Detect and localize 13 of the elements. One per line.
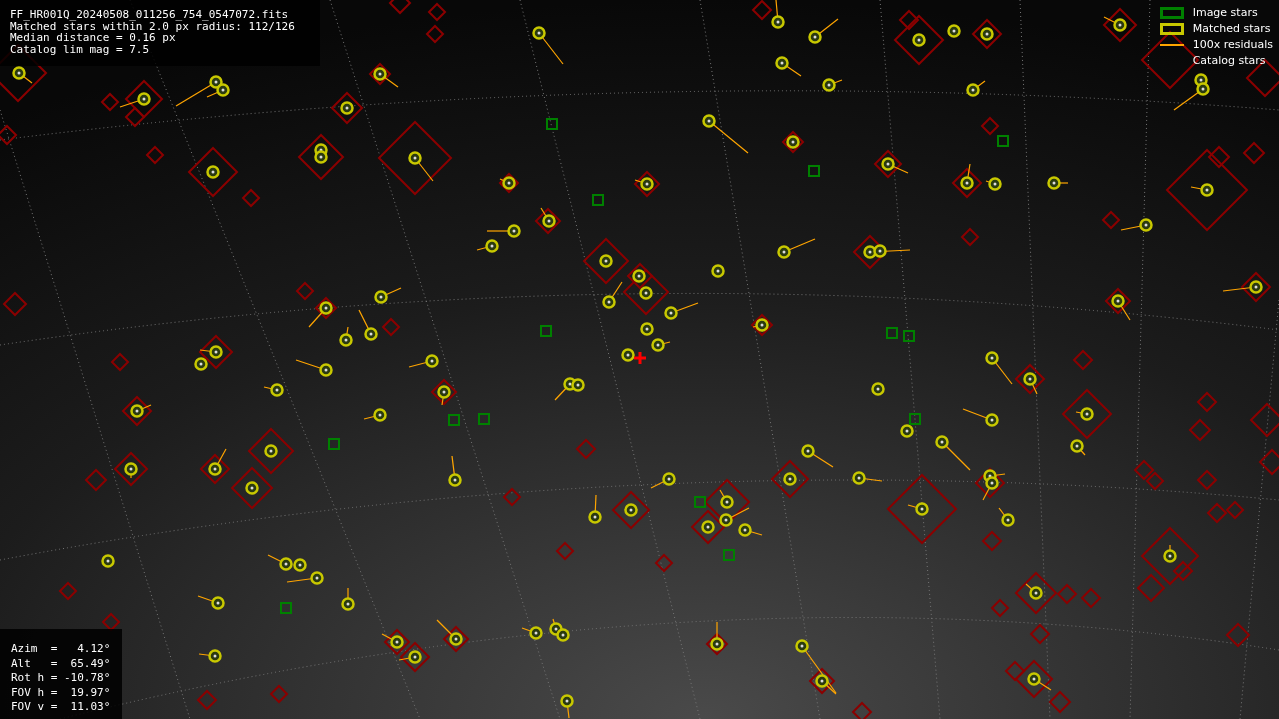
info-text: Median distance = 0.16 px xyxy=(10,32,176,44)
legend-label: Catalog stars xyxy=(1192,54,1266,67)
pointing-text: Azim = 4.12° xyxy=(11,642,111,657)
info-text: Catalog lim mag = 7.5 xyxy=(10,43,150,55)
legend-label: Image stars xyxy=(1192,6,1258,19)
legend-label: 100x residuals xyxy=(1192,38,1273,51)
info-text: Matched stars within 2.0 px radius: 112/126 xyxy=(10,20,295,32)
pointing-text: FOV h = 19.97° xyxy=(11,685,111,700)
pointing-text: Alt = 65.49° xyxy=(11,656,111,671)
legend-label: Matched stars xyxy=(1192,22,1271,35)
pointing-text: FOV v = 11.03° xyxy=(11,700,111,715)
info-text: FF_HR001Q_20240508_011256_754_0547072.fits xyxy=(10,9,289,21)
pointing-text: Rot h = -10.78° xyxy=(11,671,111,686)
